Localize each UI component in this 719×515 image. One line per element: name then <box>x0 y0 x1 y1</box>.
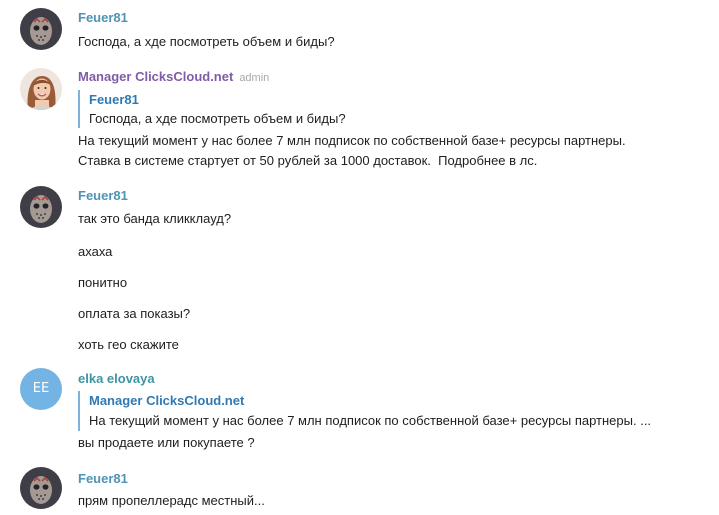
initials-avatar[interactable]: EE <box>20 368 62 410</box>
reply-bar <box>78 90 80 128</box>
message-text: оплата за показы? <box>78 306 191 321</box>
message-author[interactable]: Manager ClicksCloud.net admin <box>78 68 269 87</box>
reply-text[interactable]: Господа, а хде посмотреть объем и биды? <box>89 110 346 128</box>
reply-text[interactable]: На текущий момент у нас более 7 млн подп… <box>89 412 651 430</box>
author-name[interactable]: Manager ClicksCloud.net <box>78 69 233 84</box>
reply-author[interactable]: Manager ClicksCloud.net <box>89 392 244 410</box>
message-text: Ставка в системе стартует от 50 рублей з… <box>78 153 538 168</box>
reply-bar <box>78 391 80 431</box>
message-text: так это банда кликклауд? <box>78 211 232 226</box>
admin-badge: admin <box>239 72 270 84</box>
chat-history: Feuer81 Господа, а хде посмотреть объем … <box>0 0 719 515</box>
message-text: понитно <box>78 275 128 290</box>
message-author[interactable]: elka elovaya <box>78 370 155 388</box>
hockey-mask-avatar-icon[interactable] <box>20 186 62 228</box>
hockey-mask-avatar-icon[interactable] <box>20 8 62 50</box>
message-text: На текущий момент у нас более 7 млн подп… <box>78 133 626 148</box>
message-text: хоть гео скажите <box>78 337 179 352</box>
message-text: ахаха <box>78 244 113 259</box>
message-author[interactable]: Feuer81 <box>78 187 128 205</box>
hockey-mask-avatar-icon[interactable] <box>20 467 62 509</box>
reply-author[interactable]: Feuer81 <box>89 91 139 109</box>
message-text: вы продаете или покупаете ? <box>78 435 255 450</box>
message-text: Господа, а хде посмотреть объем и биды? <box>78 34 335 49</box>
message-text: прям пропеллерадс местный... <box>78 493 265 508</box>
woman-photo-avatar-icon[interactable] <box>20 68 62 110</box>
message-author[interactable]: Feuer81 <box>78 470 128 488</box>
message-author[interactable]: Feuer81 <box>78 9 128 27</box>
